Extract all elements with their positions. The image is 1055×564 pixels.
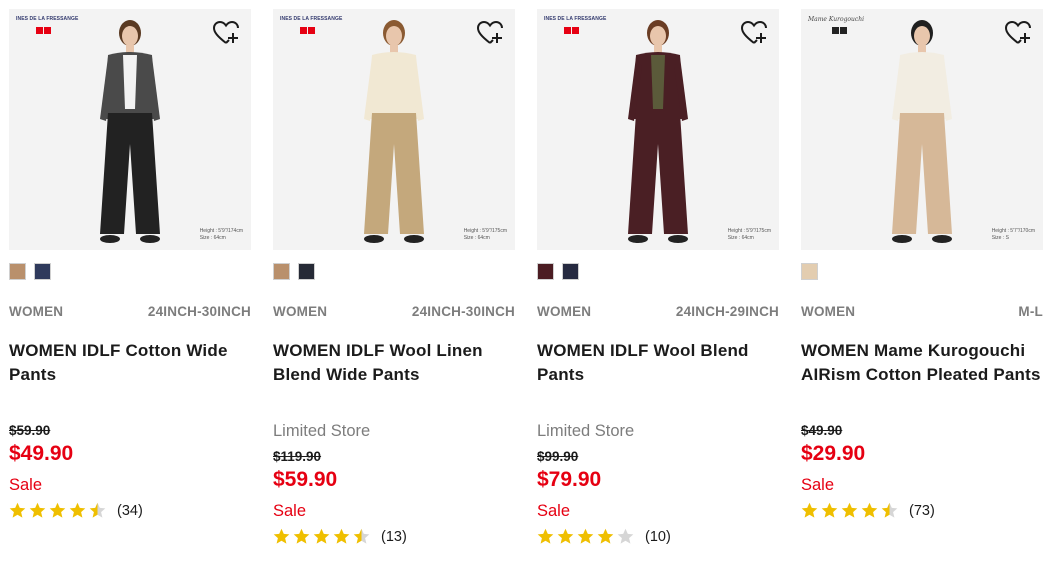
- product-meta: WOMEN M-L: [801, 304, 1043, 319]
- sale-label: Sale: [537, 502, 571, 520]
- sale-price: $79.90: [537, 468, 602, 491]
- gender-label: WOMEN: [273, 304, 328, 319]
- star-icon: [841, 502, 858, 518]
- product-title[interactable]: WOMEN IDLF Wool Linen Blend Wide Pants: [273, 339, 515, 387]
- limited-store-label: Limited Store: [273, 422, 371, 440]
- heart-plus-icon[interactable]: [212, 19, 240, 47]
- color-swatches: [537, 263, 579, 280]
- model-size-note: Height : 5'9"/174cm Size : 64cm: [199, 228, 243, 241]
- star-icon: [821, 502, 838, 518]
- brand-logo: INES DE LA FRESSANGE: [16, 16, 78, 42]
- size-range: 24INCH-30INCH: [411, 304, 515, 319]
- color-swatch[interactable]: [273, 263, 290, 280]
- model-size-note: Height : 5'9"/175cm Size : 64cm: [727, 228, 771, 241]
- product-card[interactable]: Mame Kurogouchi Height : 5'7"/170cm Size…: [801, 9, 1043, 559]
- uniqlo-logo-icon: [832, 27, 847, 34]
- heart-plus-icon[interactable]: [1004, 19, 1032, 47]
- review-count[interactable]: (73): [909, 503, 935, 519]
- color-swatch[interactable]: [537, 263, 554, 280]
- heart-plus-icon[interactable]: [740, 19, 768, 47]
- rating: (34): [9, 502, 143, 519]
- sale-price: $59.90: [273, 468, 338, 491]
- product-image[interactable]: INES DE LA FRESSANGE Height : 5'9"/175cm…: [537, 9, 779, 250]
- product-grid: INES DE LA FRESSANGE Height : 5'9"/174cm…: [9, 9, 1047, 559]
- star-icon: [9, 502, 26, 518]
- star-icon: [577, 528, 594, 544]
- sale-price: $29.90: [801, 442, 866, 465]
- star-icon: [293, 528, 310, 544]
- brand-logo: INES DE LA FRESSANGE: [280, 16, 342, 42]
- color-swatch[interactable]: [298, 263, 315, 280]
- rating: (10): [537, 528, 671, 545]
- review-count[interactable]: (13): [381, 529, 407, 545]
- star-icon: [597, 528, 614, 544]
- review-count[interactable]: (10): [645, 529, 671, 545]
- original-price: $99.90: [537, 449, 579, 464]
- sale-label: Sale: [273, 502, 307, 520]
- review-count[interactable]: (34): [117, 503, 143, 519]
- color-swatches: [9, 263, 51, 280]
- product-meta: WOMEN 24INCH-30INCH: [273, 304, 515, 319]
- star-icon: [801, 502, 818, 518]
- product-title[interactable]: WOMEN Mame Kurogouchi AIRism Cotton Plea…: [801, 339, 1043, 387]
- model-size-note: Height : 5'7"/170cm Size : S: [991, 228, 1035, 241]
- sale-label: Sale: [9, 476, 43, 494]
- color-swatches: [801, 263, 818, 280]
- original-price: $119.90: [273, 449, 322, 464]
- gender-label: WOMEN: [537, 304, 592, 319]
- star-icon: [617, 528, 634, 544]
- uniqlo-logo-icon: [300, 27, 315, 34]
- product-title[interactable]: WOMEN IDLF Cotton Wide Pants: [9, 339, 251, 387]
- color-swatch[interactable]: [9, 263, 26, 280]
- rating: (73): [801, 502, 935, 519]
- size-range: M-L: [1018, 304, 1043, 319]
- star-icon: [49, 502, 66, 518]
- uniqlo-logo-icon: [36, 27, 51, 34]
- size-range: 24INCH-30INCH: [147, 304, 251, 319]
- original-price: $59.90: [9, 423, 51, 438]
- star-icon: [29, 502, 46, 518]
- heart-plus-icon[interactable]: [476, 19, 504, 47]
- product-image[interactable]: INES DE LA FRESSANGE Height : 5'9"/175cm…: [273, 9, 515, 250]
- product-meta: WOMEN 24INCH-29INCH: [537, 304, 779, 319]
- product-card[interactable]: INES DE LA FRESSANGE Height : 5'9"/175cm…: [537, 9, 779, 559]
- sale-label: Sale: [801, 476, 835, 494]
- model-size-note: Height : 5'9"/175cm Size : 64cm: [463, 228, 507, 241]
- limited-store-label: Limited Store: [537, 422, 635, 440]
- star-icon: [557, 528, 574, 544]
- star-icon: [353, 528, 370, 544]
- gender-label: WOMEN: [801, 304, 856, 319]
- star-icon: [313, 528, 330, 544]
- color-swatch[interactable]: [34, 263, 51, 280]
- brand-logo: Mame Kurogouchi: [808, 16, 870, 42]
- color-swatch[interactable]: [562, 263, 579, 280]
- size-range: 24INCH-29INCH: [675, 304, 779, 319]
- star-icon: [333, 528, 350, 544]
- rating: (13): [273, 528, 407, 545]
- product-card[interactable]: INES DE LA FRESSANGE Height : 5'9"/174cm…: [9, 9, 251, 559]
- sale-price: $49.90: [9, 442, 74, 465]
- product-title[interactable]: WOMEN IDLF Wool Blend Pants: [537, 339, 779, 387]
- product-image[interactable]: INES DE LA FRESSANGE Height : 5'9"/174cm…: [9, 9, 251, 250]
- star-icon: [273, 528, 290, 544]
- original-price: $49.90: [801, 423, 843, 438]
- product-meta: WOMEN 24INCH-30INCH: [9, 304, 251, 319]
- star-icon: [861, 502, 878, 518]
- star-icon: [537, 528, 554, 544]
- color-swatches: [273, 263, 315, 280]
- star-icon: [89, 502, 106, 518]
- product-card[interactable]: INES DE LA FRESSANGE Height : 5'9"/175cm…: [273, 9, 515, 559]
- product-image[interactable]: Mame Kurogouchi Height : 5'7"/170cm Size…: [801, 9, 1043, 250]
- gender-label: WOMEN: [9, 304, 64, 319]
- brand-logo: INES DE LA FRESSANGE: [544, 16, 606, 42]
- uniqlo-logo-icon: [564, 27, 579, 34]
- star-icon: [881, 502, 898, 518]
- color-swatch[interactable]: [801, 263, 818, 280]
- star-icon: [69, 502, 86, 518]
